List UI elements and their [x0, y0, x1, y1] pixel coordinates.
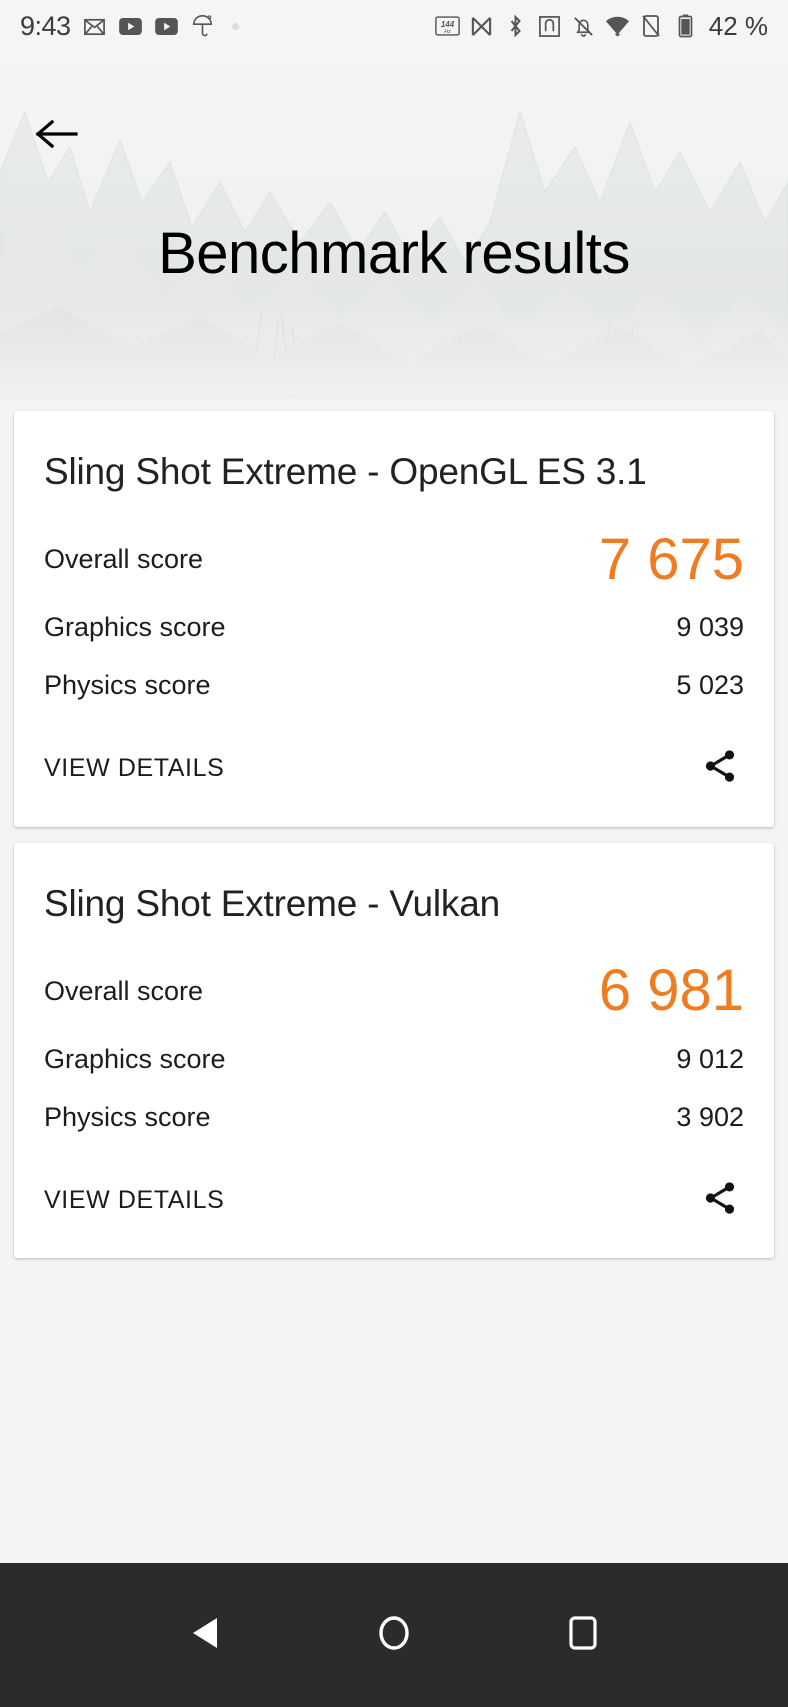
- benchmark-name: Sling Shot Extreme - OpenGL ES 3.1: [44, 445, 744, 499]
- benchmark-name: Sling Shot Extreme - Vulkan: [44, 877, 744, 931]
- refresh-rate-144hz-icon: 144Hz: [435, 14, 460, 39]
- physics-score-row: Physics score 3 902: [44, 1088, 744, 1146]
- arrow-left-icon: [34, 116, 78, 157]
- physics-score-value: 5 023: [676, 670, 744, 701]
- youtube-icon: [118, 14, 143, 39]
- status-bar-right: 144Hz 42 %: [435, 11, 768, 42]
- app-screen: 9:43 144Hz: [0, 0, 788, 1707]
- overall-score-value: 6 981: [599, 962, 744, 1020]
- battery-icon: [673, 14, 698, 39]
- graphics-score-value: 9 039: [676, 612, 744, 643]
- share-button[interactable]: [696, 745, 744, 793]
- page-header: Benchmark results: [0, 52, 788, 399]
- benchmark-result-card[interactable]: Sling Shot Extreme - Vulkan Overall scor…: [14, 843, 774, 1259]
- view-details-button[interactable]: VIEW DETAILS: [44, 754, 224, 783]
- triangle-back-icon: [188, 1615, 222, 1656]
- share-button[interactable]: [696, 1176, 744, 1224]
- bluetooth-icon: [503, 14, 528, 39]
- graphics-score-row: Graphics score 9 012: [44, 1030, 744, 1088]
- share-icon: [701, 1179, 739, 1222]
- benchmark-result-card[interactable]: Sling Shot Extreme - OpenGL ES 3.1 Overa…: [14, 411, 774, 827]
- card-actions: VIEW DETAILS: [44, 1146, 744, 1252]
- nav-home-button[interactable]: [358, 1599, 430, 1671]
- overall-score-row: Overall score 6 981: [44, 956, 744, 1030]
- overall-score-value: 7 675: [599, 531, 744, 589]
- results-list: Sling Shot Extreme - OpenGL ES 3.1 Overa…: [0, 399, 788, 1563]
- view-details-button[interactable]: VIEW DETAILS: [44, 1186, 224, 1215]
- status-dot-indicator: [232, 23, 239, 30]
- overall-score-row: Overall score 7 675: [44, 525, 744, 599]
- gmail-icon: [82, 14, 107, 39]
- physics-score-value: 3 902: [676, 1102, 744, 1133]
- physics-score-label: Physics score: [44, 670, 211, 701]
- graphics-score-label: Graphics score: [44, 612, 226, 643]
- square-recents-icon: [568, 1615, 598, 1656]
- svg-text:144: 144: [441, 20, 455, 29]
- card-actions: VIEW DETAILS: [44, 715, 744, 821]
- nav-recents-button[interactable]: [547, 1599, 619, 1671]
- nav-back-button[interactable]: [169, 1599, 241, 1671]
- graphics-score-row: Graphics score 9 039: [44, 599, 744, 657]
- overall-score-label: Overall score: [44, 544, 203, 575]
- share-icon: [701, 747, 739, 790]
- youtube-icon: [154, 14, 179, 39]
- graphics-score-label: Graphics score: [44, 1044, 226, 1075]
- system-navigation-bar: [0, 1563, 788, 1707]
- physics-score-label: Physics score: [44, 1102, 211, 1133]
- wifi-icon: [605, 14, 630, 39]
- overall-score-label: Overall score: [44, 976, 203, 1007]
- data-saver-off-icon: [469, 14, 494, 39]
- rotation-lock-icon: [639, 14, 664, 39]
- status-bar-clock: 9:43: [20, 11, 71, 42]
- back-button[interactable]: [28, 108, 84, 164]
- svg-text:Hz: Hz: [444, 29, 451, 35]
- graphics-score-value: 9 012: [676, 1044, 744, 1075]
- umbrella-icon: [190, 14, 215, 39]
- physics-score-row: Physics score 5 023: [44, 657, 744, 715]
- status-bar-left: 9:43: [20, 11, 239, 42]
- screen-record-icon: [537, 14, 562, 39]
- page-title: Benchmark results: [0, 220, 788, 287]
- notifications-muted-icon: [571, 14, 596, 39]
- battery-percent-label: 42 %: [709, 11, 768, 42]
- circle-home-icon: [377, 1614, 411, 1657]
- status-bar: 9:43 144Hz: [0, 0, 788, 52]
